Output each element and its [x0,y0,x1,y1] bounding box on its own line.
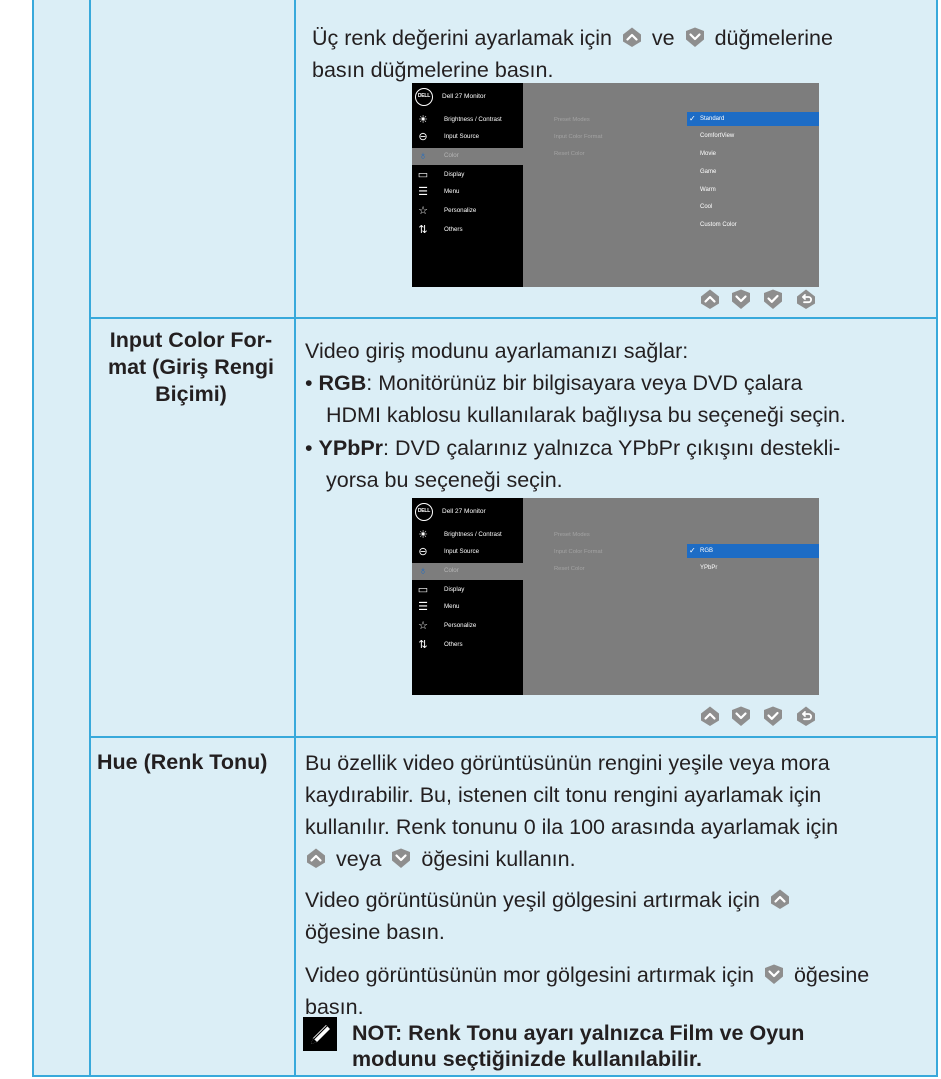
hue-paragraph-line2: kaydırabilir. Bu, istenen cilt tonu reng… [305,783,822,807]
menu-icon: ☰ [418,601,428,613]
hue-green-line2: öğesine basın. [305,920,445,944]
hue-purple-line1: Video görüntüsünün mor gölgesini artırma… [305,963,870,987]
up-arrow-icon[interactable] [699,288,721,310]
note-pencil-icon [303,1017,337,1051]
up-arrow-icon [621,26,643,48]
osd-submenu-input-color-format[interactable]: Input Color Format [554,134,602,140]
osd-item-others[interactable]: ⇅ Others [412,637,523,654]
down-arrow-icon [763,963,785,985]
note-line2: modunu seçtiğinizde kullanılabilir. [352,1047,703,1071]
dell-logo: DELL [415,88,433,106]
table-border [89,317,938,319]
osd-option-movie[interactable]: Movie [687,147,819,161]
back-icon[interactable] [795,705,817,727]
ok-check-icon[interactable] [762,705,784,727]
hue-paragraph-line3: kullanılır. Renk tonunu 0 ila 100 arasın… [305,815,839,839]
sun-icon: ☀ [418,114,428,126]
osd-item-brightness[interactable]: ☀ Brightness / Contrast [412,112,523,129]
others-icon: ⇅ [418,639,428,651]
down-arrow-icon[interactable] [730,288,752,310]
display-icon: ▭ [417,584,429,596]
bullet-ypbpr-cont: yorsa bu seçeneği seçin. [326,468,563,492]
row-label-hue: Hue (Renk Tonu) [97,750,268,774]
osd-item-personalize[interactable]: ☆ Personalize [412,203,523,220]
table-border [936,0,938,1077]
row1-text-line1: Üç renk değerini ayarlamak için ve düğme… [312,26,833,50]
osd-option-custom-color[interactable]: Custom Color [687,218,819,232]
back-icon[interactable] [795,288,817,310]
down-arrow-icon[interactable] [730,705,752,727]
row1-text-line2: basın düğmelerine basın. [312,58,554,82]
osd-option-cool[interactable]: Cool [687,200,819,214]
color-drop-icon: ♁ [418,150,428,162]
hue-green-line1: Video görüntüsünün yeşil gölgesini artır… [305,886,794,914]
osd-buttons [699,705,819,729]
osd-option-rgb[interactable]: ✓ RGB [687,544,819,558]
osd-submenu-reset-color[interactable]: Reset Color [554,566,585,572]
osd-option-comfortview[interactable]: ComfortView [687,129,819,143]
bullet-ypbpr: • YPbPr: DVD çalarınız yalnızca YPbPr çı… [305,436,841,460]
up-arrow-icon [769,888,791,910]
down-arrow-icon [390,847,412,869]
down-arrow-icon [684,26,706,48]
ok-check-icon[interactable] [762,288,784,310]
input-source-icon: ⊖ [418,546,428,558]
input-source-icon: ⊖ [418,131,428,143]
table-border [89,736,938,738]
osd-option-warm[interactable]: Warm [687,183,819,197]
table-border [32,1075,938,1077]
table-border [294,0,296,1077]
osd-option-game[interactable]: Game [687,165,819,179]
osd-submenu-input-color-format[interactable]: Input Color Format [554,549,602,555]
note-line1: NOT: Renk Tonu ayarı yalnızca Film ve Oy… [352,1021,805,1045]
osd-submenu-preset-modes[interactable]: Preset Modes [554,532,590,538]
sun-icon: ☀ [418,529,428,541]
table-border [89,0,91,1077]
osd-option-standard[interactable]: ✓ Standard [687,112,819,126]
row2-intro: Video giriş modunu ayarlamanızı sağlar: [305,339,689,363]
osd-item-color[interactable]: ♁ Color [412,148,523,165]
color-drop-icon: ♁ [418,565,428,577]
bullet-rgb-cont: HDMI kablosu kullanılarak bağlıysa bu se… [326,403,846,427]
display-icon: ▭ [417,169,429,181]
osd-buttons [699,288,819,312]
osd-title: Dell 27 Monitor [442,93,486,100]
up-arrow-icon [305,847,327,869]
menu-icon: ☰ [418,186,428,198]
osd-item-display[interactable]: ▭ Display [412,167,523,184]
osd-item-color[interactable]: ♁ Color [412,563,523,580]
star-icon: ☆ [418,620,428,632]
osd-menu-preset-modes: DELL Dell 27 Monitor ☀ Brightness / Contr… [412,83,819,287]
osd-submenu-preset-modes[interactable]: Preset Modes [554,117,590,123]
osd-submenu-reset-color[interactable]: Reset Color [554,151,585,157]
check-icon: ✓ [689,546,696,555]
osd-item-others[interactable]: ⇅ Others [412,222,523,239]
up-arrow-icon[interactable] [699,705,721,727]
osd-menu-input-color-format: DELL Dell 27 Monitor ☀ Brightness / Contr… [412,498,819,695]
osd-title: Dell 27 Monitor [442,508,486,515]
dell-logo: DELL [415,503,433,521]
osd-item-input-source[interactable]: ⊖ Input Source [412,544,523,561]
osd-item-brightness[interactable]: ☀ Brightness / Contrast [412,527,523,544]
osd-item-input-source[interactable]: ⊖ Input Source [412,129,523,146]
star-icon: ☆ [418,205,428,217]
table-border [32,0,34,1077]
hue-paragraph-line4: veya öğesini kullanın. [302,845,576,873]
osd-item-menu[interactable]: ☰ Menu [412,599,523,616]
bullet-rgb: • RGB: Monitörünüz bir bilgisayara veya … [305,371,803,395]
osd-option-ypbpr[interactable]: YPbPr [687,561,819,575]
hue-paragraph-line1: Bu özellik video görüntüsünün rengini ye… [305,751,830,775]
osd-item-display[interactable]: ▭ Display [412,582,523,599]
row-label-input-color-format: Input Color For- mat (Giriş Rengi Biçimi… [107,328,275,406]
osd-item-menu[interactable]: ☰ Menu [412,184,523,201]
check-icon: ✓ [689,114,696,123]
osd-item-personalize[interactable]: ☆ Personalize [412,618,523,635]
others-icon: ⇅ [418,224,428,236]
